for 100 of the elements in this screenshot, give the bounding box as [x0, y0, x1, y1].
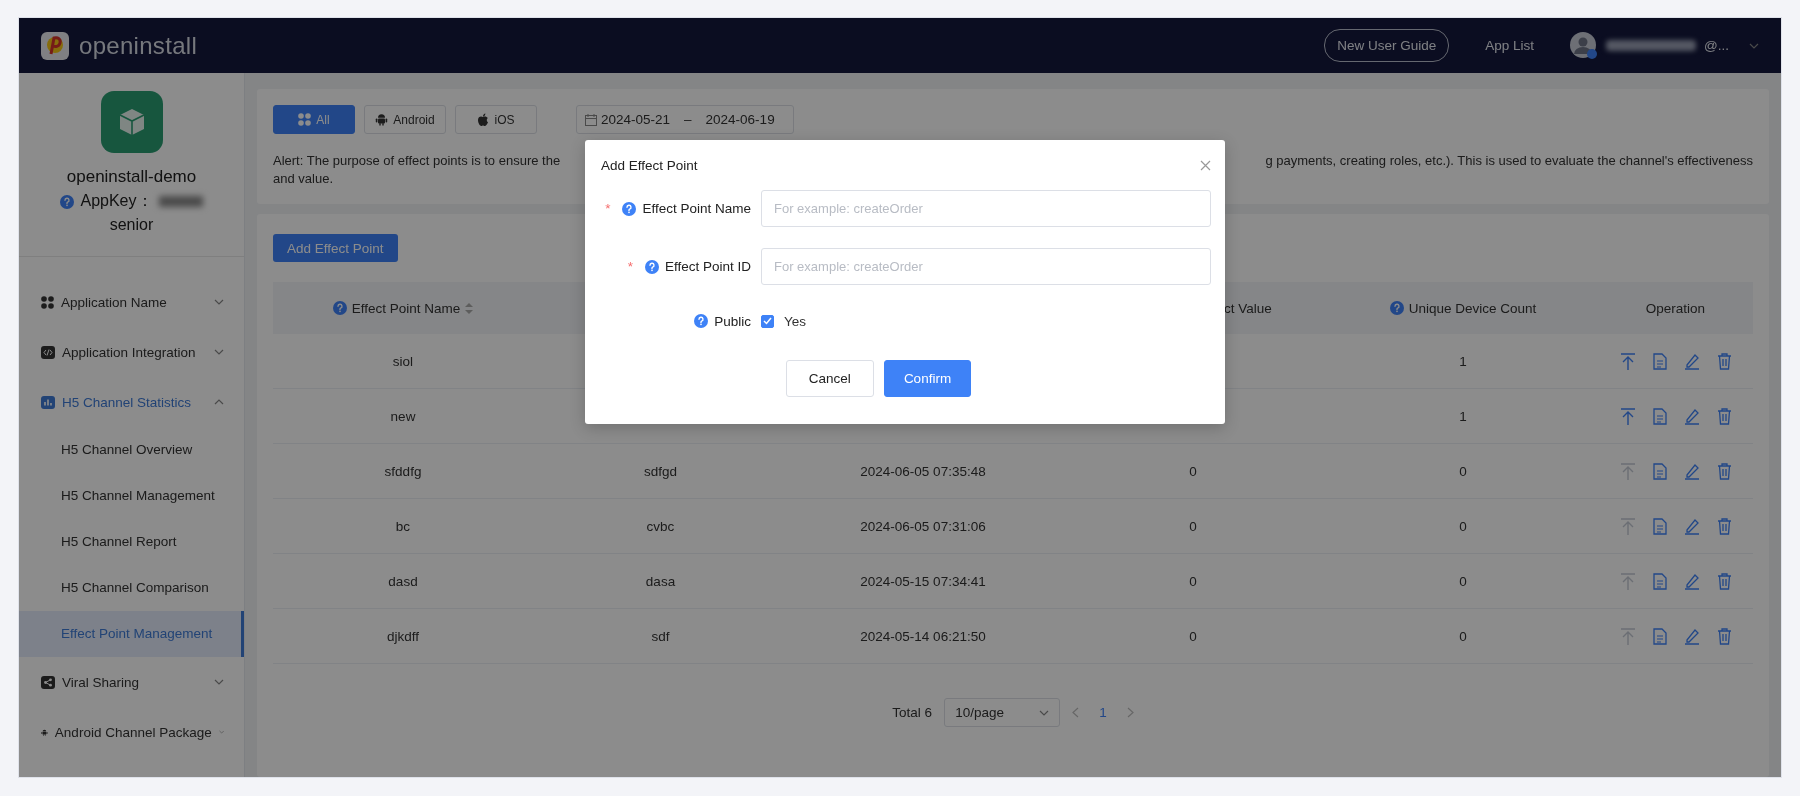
upload-icon[interactable] — [1619, 572, 1636, 590]
account-email[interactable]: @... — [1704, 38, 1729, 53]
start-date: 2024-05-21 — [601, 112, 671, 127]
help-icon — [644, 259, 659, 274]
field-label: Public — [714, 313, 751, 329]
alert-text: Alert: The purpose of effect points is to ensure the — [273, 152, 561, 170]
help-icon — [60, 194, 75, 209]
menu-item[interactable]: H5 Channel Statistics — [19, 377, 244, 427]
code-icon — [41, 345, 55, 359]
document-icon[interactable] — [1652, 462, 1667, 480]
upload-icon[interactable] — [1619, 462, 1636, 480]
document-icon[interactable] — [1652, 407, 1667, 425]
page-number[interactable]: 1 — [1091, 705, 1115, 720]
column-header: Effect Point Name — [351, 300, 461, 316]
field-label: Effect Point Name — [642, 201, 751, 216]
document-icon[interactable] — [1652, 627, 1667, 645]
chevron-down-icon — [214, 299, 224, 305]
app-list-link[interactable]: App List — [1485, 38, 1535, 53]
logo-text: openinstall — [79, 31, 198, 60]
input-field[interactable]: For example: createOrder — [761, 248, 1211, 285]
table-cell: 2024-05-14 06:21:50 — [860, 628, 986, 644]
required-asterisk: * — [605, 201, 611, 216]
document-icon[interactable] — [1652, 352, 1667, 370]
close-icon[interactable] — [1200, 159, 1211, 171]
table-cell: 2024-05-15 07:34:41 — [860, 573, 986, 589]
chevron-down-icon — [1039, 709, 1050, 716]
modal-title: Add Effect Point — [601, 157, 698, 173]
page-size-select[interactable]: 10/page — [944, 698, 1061, 727]
table-cell: 0 — [1189, 463, 1197, 479]
table-cell: dasd — [388, 573, 418, 589]
platform-tab[interactable]: All — [273, 105, 355, 134]
chevron-down-icon — [218, 729, 224, 735]
menu-item[interactable]: Android Channel Package — [19, 707, 244, 757]
submenu-item[interactable]: H5 Channel Overview — [19, 427, 244, 473]
end-date: 2024-06-19 — [705, 112, 775, 127]
avatar-icon[interactable] — [1570, 31, 1599, 60]
app-name: openinstall-demo — [66, 167, 197, 187]
platform-tab[interactable]: iOS — [455, 105, 537, 134]
input-field[interactable]: For example: createOrder — [761, 190, 1211, 227]
apple-icon — [477, 113, 490, 126]
edit-icon[interactable] — [1683, 462, 1700, 480]
menu-item[interactable]: Viral Sharing — [19, 657, 244, 707]
menu-item[interactable]: Application Integration — [19, 327, 244, 377]
next-page-icon[interactable] — [1126, 707, 1134, 718]
table-cell: 0 — [1459, 518, 1467, 534]
edit-icon[interactable] — [1683, 517, 1700, 535]
upload-icon[interactable] — [1619, 407, 1636, 425]
previous-page-icon[interactable] — [1072, 707, 1080, 718]
column-header: Operation — [1645, 300, 1706, 316]
table-cell: new — [390, 408, 416, 424]
upload-icon[interactable] — [1619, 352, 1636, 370]
add-effect-point-button[interactable]: Add Effect Point — [273, 234, 398, 262]
table-cell: 0 — [1459, 573, 1467, 589]
date-separator: – — [684, 112, 692, 127]
table-cell: 0 — [1189, 628, 1197, 644]
total-count: Total 6 — [892, 705, 933, 720]
upload-icon[interactable] — [1619, 627, 1636, 645]
grid-icon — [298, 113, 312, 126]
edit-icon[interactable] — [1683, 572, 1700, 590]
trash-icon[interactable] — [1716, 517, 1732, 535]
table-cell: cvbc — [646, 518, 675, 534]
chevron-up-icon — [214, 399, 224, 405]
document-icon[interactable] — [1652, 572, 1667, 590]
trash-icon[interactable] — [1716, 407, 1732, 425]
column-header: ct Value — [1224, 300, 1272, 316]
public-checkbox[interactable] — [761, 314, 774, 328]
checkbox-label: Yes — [784, 313, 807, 329]
table-cell: dasa — [645, 573, 676, 589]
upload-icon[interactable] — [1619, 517, 1636, 535]
menu-item[interactable]: Application Name — [19, 277, 244, 327]
trash-icon[interactable] — [1716, 572, 1732, 590]
document-icon[interactable] — [1652, 517, 1667, 535]
alert-text: and value. — [273, 171, 333, 186]
cancel-button[interactable]: Cancel — [785, 360, 874, 397]
trash-icon[interactable] — [1716, 352, 1732, 370]
table-cell: 2024-06-05 07:31:06 — [860, 518, 986, 534]
edit-icon[interactable] — [1683, 407, 1700, 425]
trash-icon[interactable] — [1716, 462, 1732, 480]
trash-icon[interactable] — [1716, 627, 1732, 645]
chart-icon — [41, 395, 55, 409]
required-asterisk: * — [627, 259, 633, 274]
chevron-down-icon — [1749, 42, 1759, 49]
table-cell: 0 — [1189, 573, 1197, 589]
appkey-label: AppKey： — [80, 191, 153, 211]
table-cell: siol — [392, 353, 414, 369]
sort-icon[interactable] — [465, 302, 474, 314]
new-user-guide-button[interactable]: New User Guide — [1324, 29, 1450, 62]
logo-icon — [41, 31, 69, 60]
submenu-item[interactable]: H5 Channel Comparison — [19, 565, 244, 611]
table-cell: 1 — [1459, 353, 1467, 369]
confirm-button[interactable]: Confirm — [883, 360, 972, 397]
edit-icon[interactable] — [1683, 627, 1700, 645]
table-cell: 0 — [1459, 628, 1467, 644]
table-cell: djkdff — [387, 628, 419, 644]
edit-icon[interactable] — [1683, 352, 1700, 370]
platform-tab[interactable]: Android — [364, 105, 446, 134]
submenu-item[interactable]: H5 Channel Report — [19, 519, 244, 565]
table-cell: sdf — [651, 628, 670, 644]
date-range-picker[interactable]: 2024-05-21 – 2024-06-19 — [576, 105, 794, 134]
submenu-item[interactable]: H5 Channel Management — [19, 473, 244, 519]
